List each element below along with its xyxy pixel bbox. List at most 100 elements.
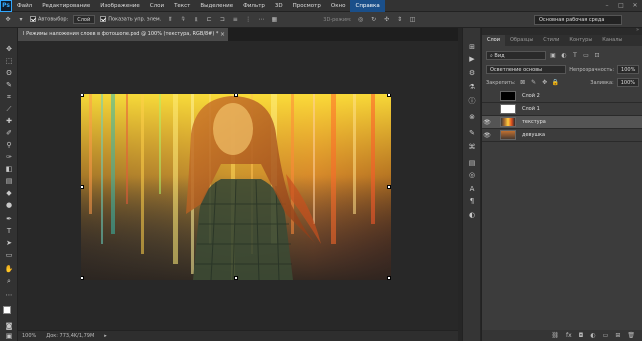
menu-3[interactable]: Слои: [145, 0, 169, 12]
autoselect-checkbox[interactable]: Автовыбор:: [30, 16, 68, 23]
transform-handle-bl[interactable]: [81, 276, 84, 280]
filter-smart-icon[interactable]: ⊡: [593, 52, 601, 60]
menu-0[interactable]: Файл: [12, 0, 37, 12]
clone-source-icon[interactable]: ⌘: [466, 142, 478, 152]
transform-handle-r[interactable]: [387, 185, 391, 189]
menu-8[interactable]: Просмотр: [288, 0, 326, 12]
transform-handle-l[interactable]: [81, 185, 84, 189]
menu-9[interactable]: Окно: [326, 0, 351, 12]
brush-presets-icon[interactable]: ✎: [466, 128, 478, 138]
pen-tool-icon[interactable]: ✒: [3, 214, 15, 224]
maximize-icon[interactable]: □: [614, 0, 628, 12]
workspace-dropdown[interactable]: Основная рабочая среда: [534, 14, 622, 25]
close-tab-icon[interactable]: ×: [220, 28, 225, 41]
type-tool-icon[interactable]: T: [3, 226, 15, 236]
auto-align-icon[interactable]: ▦: [270, 16, 278, 24]
transform-handle-tl[interactable]: [81, 94, 84, 97]
align-left-icon[interactable]: ⊏: [205, 16, 213, 24]
document-tab[interactable]: I Режимы наложения слоев в фотошопе.psd …: [18, 28, 228, 41]
zoom-level[interactable]: 100%: [22, 333, 36, 339]
lock-pixels-icon[interactable]: ✎: [530, 79, 538, 87]
filter-type-icon[interactable]: T: [571, 52, 579, 60]
menu-7[interactable]: 3D: [270, 0, 288, 12]
lock-transparent-icon[interactable]: ⊠: [519, 79, 527, 87]
gradient-tool-icon[interactable]: ▤: [3, 176, 15, 186]
libraries-panel-icon[interactable]: ⊗: [466, 112, 478, 122]
fx-icon[interactable]: fx: [566, 332, 572, 339]
menu-6[interactable]: Фильтр: [238, 0, 270, 12]
adjustments-panel-icon[interactable]: ⚗: [466, 82, 478, 92]
transform-handle-tr[interactable]: [387, 94, 391, 97]
history-brush-tool-icon[interactable]: ✑: [3, 152, 15, 162]
filter-pixel-icon[interactable]: ▣: [549, 52, 557, 60]
visibility-eye-icon[interactable]: 👁: [482, 119, 492, 126]
tab-1[interactable]: Образцы: [505, 35, 538, 46]
status-arrow-icon[interactable]: ▸: [104, 333, 107, 339]
screen-mode-icon[interactable]: ▣: [3, 331, 15, 341]
adjustment-icon[interactable]: ◐: [590, 332, 595, 339]
align-vcenter-icon[interactable]: ⫩: [179, 16, 187, 24]
doc-info[interactable]: Док: 773,4K/1,79M: [46, 333, 94, 339]
move-tool-icon[interactable]: ✥: [4, 16, 12, 24]
layer-row[interactable]: Слой 1: [482, 103, 642, 116]
brush-tool-icon[interactable]: ✐: [3, 128, 15, 138]
edit-toolbar-icon[interactable]: ⋯: [3, 290, 15, 300]
align-hcenter-icon[interactable]: ⊐: [218, 16, 226, 24]
menu-4[interactable]: Текст: [169, 0, 195, 12]
tab-0[interactable]: Слои: [482, 35, 505, 46]
crop-tool-icon[interactable]: ⌗: [3, 92, 15, 102]
collapse-panel-icon[interactable]: »: [636, 27, 639, 33]
trash-icon[interactable]: 🗑: [627, 332, 635, 339]
eraser-tool-icon[interactable]: ◧: [3, 164, 15, 174]
link-icon[interactable]: ⛓: [551, 332, 559, 339]
menu-5[interactable]: Выделение: [195, 0, 238, 12]
canvas-image[interactable]: [81, 94, 391, 280]
lasso-tool-icon[interactable]: ʘ: [3, 68, 15, 78]
show-controls-checkbox[interactable]: Показать упр. элем.: [100, 16, 161, 23]
menu-1[interactable]: Редактирование: [37, 0, 95, 12]
fill-input[interactable]: 100%: [616, 78, 639, 87]
transform-handle-t[interactable]: [234, 94, 238, 97]
foreground-color-swatch[interactable]: [3, 306, 11, 314]
tab-4[interactable]: Каналы: [597, 35, 627, 46]
shape-tool-icon[interactable]: ▭: [3, 250, 15, 260]
transform-handle-b[interactable]: [234, 276, 238, 280]
layers-panel-icon[interactable]: ▤: [466, 158, 478, 168]
eyedropper-tool-icon[interactable]: ⟋: [3, 104, 15, 114]
info-panel-icon[interactable]: ⓘ: [466, 96, 478, 106]
blend-mode-dropdown[interactable]: Осветление основы: [486, 65, 567, 74]
zoom-tool-icon[interactable]: ⌕: [3, 276, 15, 286]
autoselect-dropdown[interactable]: Слой: [73, 15, 96, 24]
distribute-h-icon[interactable]: ⋮: [244, 16, 252, 24]
lock-position-icon[interactable]: ✥: [541, 79, 549, 87]
paragraph-panel-icon[interactable]: ¶: [466, 196, 478, 206]
orbit-3d-icon[interactable]: ◎: [357, 16, 365, 24]
dodge-tool-icon[interactable]: ●: [3, 200, 15, 210]
blur-tool-icon[interactable]: ◆: [3, 188, 15, 198]
clone-stamp-tool-icon[interactable]: ⚲: [3, 140, 15, 150]
new-layer-icon[interactable]: ⊞: [615, 332, 620, 339]
opacity-input[interactable]: 100%: [617, 65, 639, 74]
channels-panel-icon[interactable]: ◎: [466, 170, 478, 180]
filter-adjustment-icon[interactable]: ◐: [560, 52, 568, 60]
chevron-down-icon[interactable]: ▾: [17, 16, 25, 24]
healing-brush-tool-icon[interactable]: ✚: [3, 116, 15, 126]
filter-kind-dropdown[interactable]: ⌕ Вид: [486, 51, 546, 60]
hand-tool-icon[interactable]: ✋: [3, 264, 15, 274]
character-panel-icon[interactable]: A: [466, 184, 478, 194]
color-panel-icon[interactable]: ◐: [466, 210, 478, 220]
distribute-icon[interactable]: ≡: [231, 16, 239, 24]
history-panel-icon[interactable]: ⊞: [466, 42, 478, 52]
align-top-icon[interactable]: ⫪: [166, 16, 174, 24]
slide-3d-icon[interactable]: ⇕: [396, 16, 404, 24]
mask-icon[interactable]: ◘: [579, 332, 584, 339]
marquee-tool-icon[interactable]: ⬚: [3, 56, 15, 66]
tab-2[interactable]: Стили: [538, 35, 564, 46]
play-actions-icon[interactable]: ▶: [466, 54, 478, 64]
lock-all-icon[interactable]: 🔒: [552, 79, 560, 87]
close-icon[interactable]: ✕: [628, 0, 642, 12]
transform-handle-br[interactable]: [387, 276, 391, 280]
menu-2[interactable]: Изображение: [95, 0, 145, 12]
quick-select-tool-icon[interactable]: ✎: [3, 80, 15, 90]
folder-icon[interactable]: ▭: [603, 332, 609, 339]
